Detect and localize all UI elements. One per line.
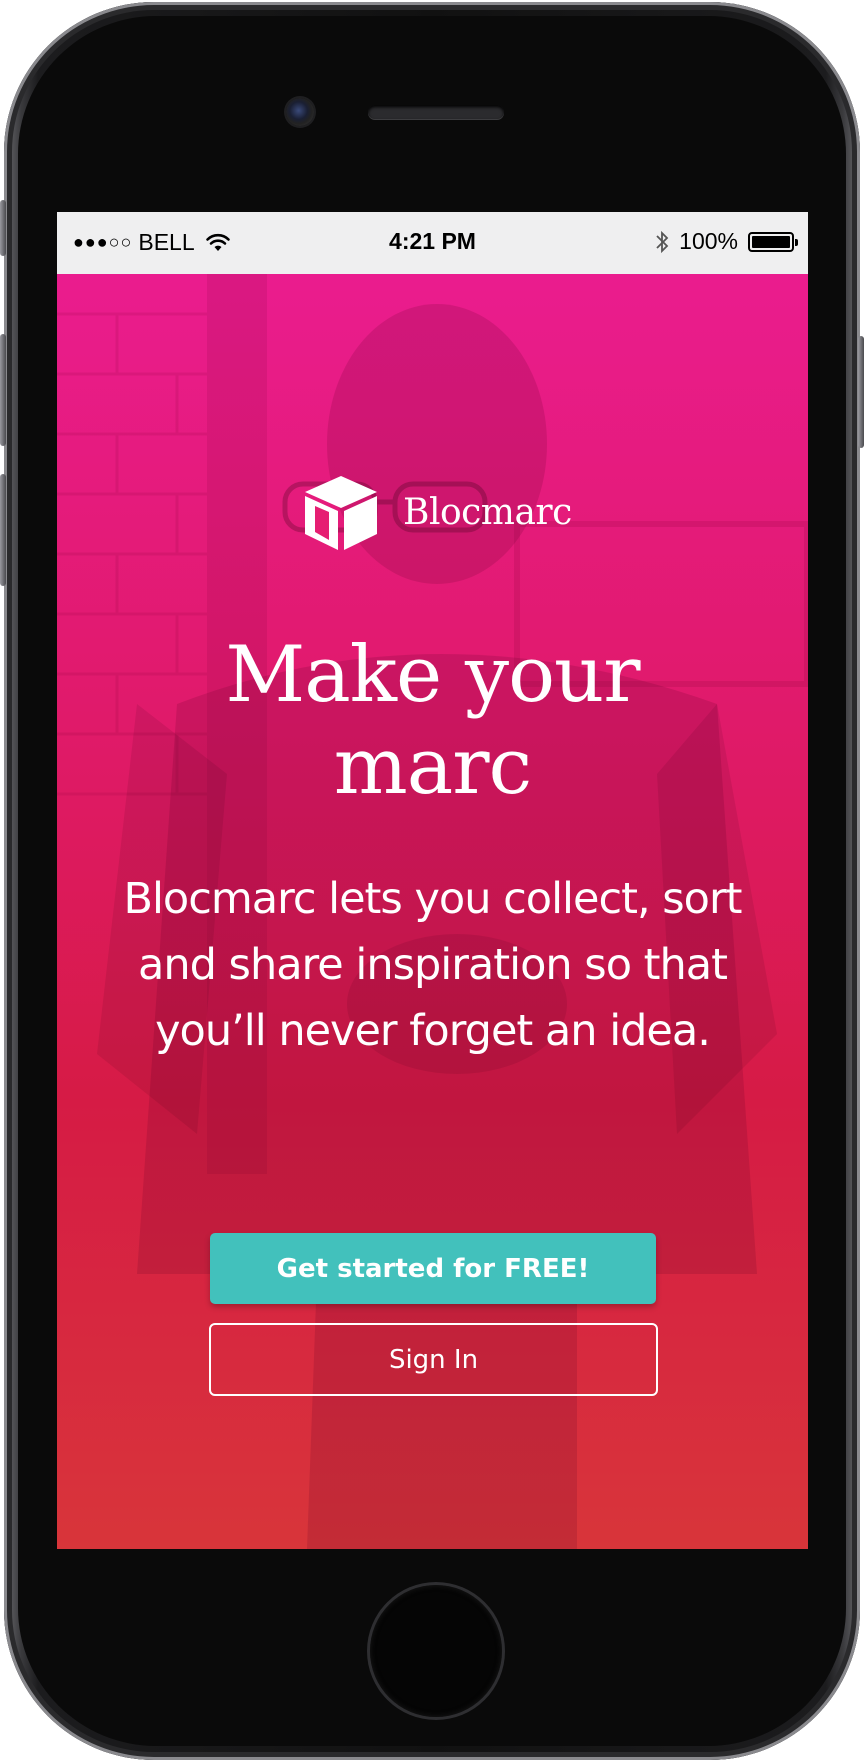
volume-up-button <box>0 334 6 446</box>
battery-percent: 100% <box>679 228 738 254</box>
brand-name: Blocmarc <box>403 491 572 533</box>
volume-down-button <box>0 474 6 586</box>
front-camera <box>286 98 314 126</box>
screen: ●●●○○ BELL 4:21 PM 100% Blocmarc Make yo… <box>57 212 808 1549</box>
sign-in-button[interactable]: Sign In <box>209 1323 658 1396</box>
hero-section: Blocmarc Make your marc Blocmarc lets yo… <box>57 274 808 1549</box>
headline: Make your marc <box>225 630 640 812</box>
status-bar-right: 100% <box>655 228 798 255</box>
silent-switch <box>0 200 6 256</box>
home-button[interactable] <box>370 1585 502 1717</box>
power-button <box>858 336 864 448</box>
bluetooth-icon <box>656 230 669 253</box>
description: Blocmarc lets you collect, sort and shar… <box>123 874 742 1056</box>
cube-icon <box>305 476 377 550</box>
status-bar: ●●●○○ BELL 4:21 PM 100% <box>57 212 808 274</box>
earpiece-speaker <box>368 105 504 119</box>
brand-logo: Blocmarc <box>301 472 572 552</box>
battery-icon <box>748 231 798 252</box>
battery-fill <box>752 235 790 248</box>
get-started-button[interactable]: Get started for FREE! <box>210 1233 656 1304</box>
